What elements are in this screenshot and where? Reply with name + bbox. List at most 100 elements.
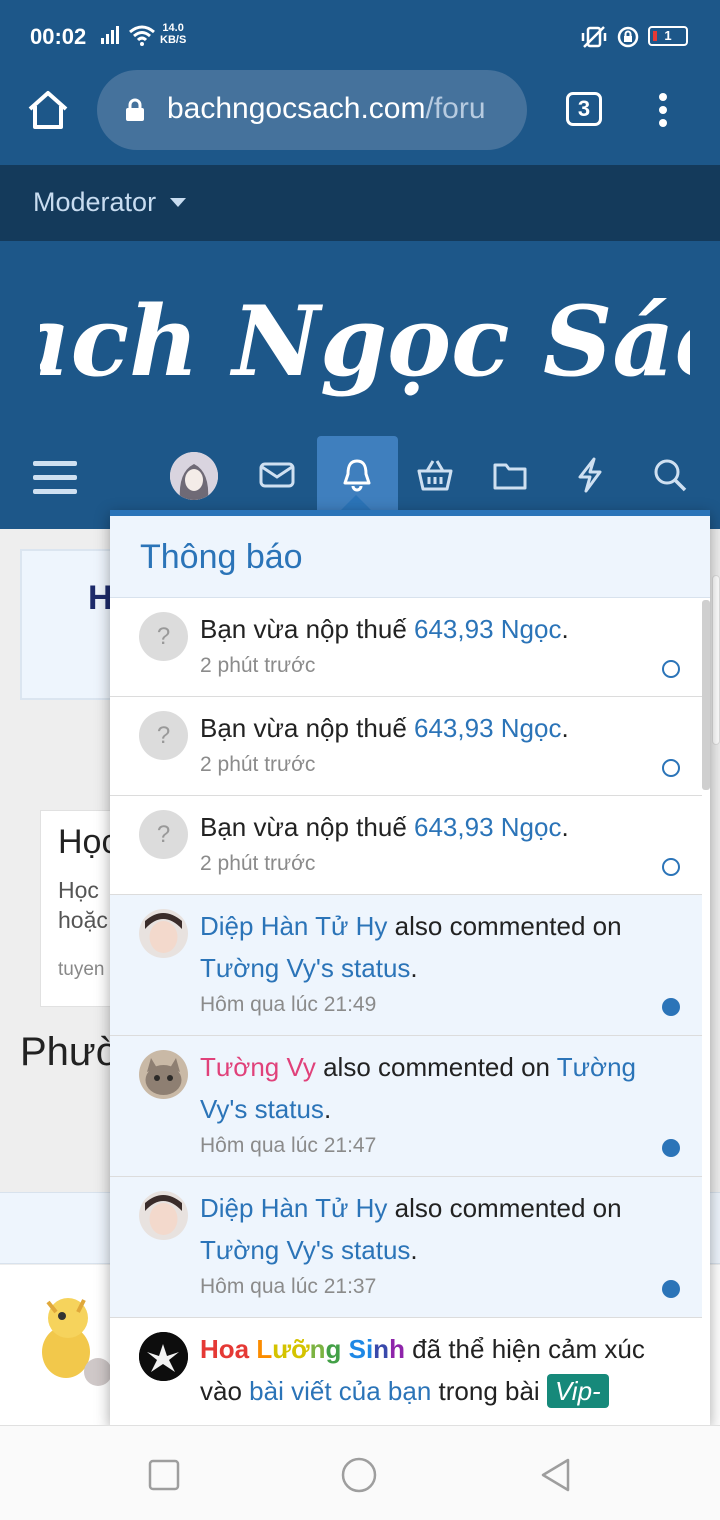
notification-text: Diệp Hàn Tử Hy also commented on Tường V… [200,1187,670,1271]
user-avatar[interactable] [139,1332,188,1381]
popup-pointer [340,495,372,511]
system-navigation-bar [0,1425,720,1520]
user-avatar[interactable] [139,1050,188,1099]
rotation-lock-icon [617,26,639,48]
caret-down-icon[interactable] [170,198,186,207]
inbox-icon[interactable] [259,457,295,493]
moderator-bar: Moderator [0,165,720,241]
notification-suffix: . [561,614,569,644]
notification-actor[interactable]: Hoa Lưỡng Sinh [200,1334,405,1364]
notification-text: Bạn vừa nộp thuế 643,93 Ngọc. [200,806,670,848]
unknown-user-icon: ? [139,711,188,760]
status-bar: 00:02 14.0 KB/S 1 [0,0,720,68]
notification-message: also commented on [387,911,622,941]
unknown-user-icon: ? [139,810,188,859]
bolt-icon[interactable] [572,457,608,493]
back-icon[interactable] [537,1456,575,1494]
bell-icon [343,459,371,492]
folder-icon[interactable] [492,457,528,493]
notification-link[interactable]: bài viết của bạn [249,1376,431,1406]
logo-text: Bạch Ngọc Sách [40,285,690,398]
home-icon[interactable] [26,88,70,132]
padlock-icon [126,98,144,121]
mark-unread-toggle[interactable] [662,858,680,876]
notification-item[interactable]: Diệp Hàn Tử Hy also commented on Tường V… [110,895,702,1036]
notification-text: Diệp Hàn Tử Hy also commented on Tường V… [200,905,670,989]
mark-unread-toggle[interactable] [662,759,680,777]
notification-actor[interactable]: Diệp Hàn Tử Hy [200,1193,387,1223]
user-avatar[interactable] [139,1191,188,1240]
mark-unread-toggle[interactable] [662,660,680,678]
notification-suffix: . [561,713,569,743]
basket-icon[interactable] [417,457,453,493]
notification-message: Bạn vừa nộp thuế [200,713,415,743]
panel-heading: H [88,579,113,617]
avatar-image [139,1191,188,1240]
notification-link[interactable]: 643,93 Ngọc [414,614,561,644]
recents-icon[interactable] [145,1456,183,1494]
notification-link[interactable]: Tường Vy's status [200,953,410,983]
avatar-image [170,452,218,500]
user-avatar[interactable] [139,909,188,958]
notification-time: 2 phút trước [200,852,316,875]
url-host: bachngocsach.com [167,92,426,125]
avatar-image [139,1050,188,1099]
notification-time: 2 phút trước [200,654,316,677]
notification-text: Bạn vừa nộp thuế 643,93 Ngọc. [200,707,670,749]
notification-suffix: trong bài [431,1376,547,1406]
tab-switcher-button[interactable]: 3 [566,92,602,126]
notification-item[interactable]: Diệp Hàn Tử Hy also commented on Tường V… [110,1177,702,1318]
menu-icon[interactable] [33,459,77,497]
popup-scrollbar[interactable] [702,600,710,790]
notification-time: Hôm qua lúc 21:47 [200,1134,377,1157]
notification-item[interactable]: Tường Vy also commented on Tường Vy's st… [110,1036,702,1177]
user-avatar[interactable] [170,452,218,500]
more-menu-icon[interactable] [652,92,674,128]
battery-level: 1 [664,28,672,43]
mark-read-toggle[interactable] [662,1280,680,1298]
page-scrollbar[interactable] [712,575,720,745]
browser-toolbar: bachngocsach.com/foru 3 [0,68,720,165]
notifications-popup: Thông báo ? Bạn vừa nộp thuế 643,93 Ngọc… [110,510,710,1425]
notification-time: 2 phút trước [200,753,316,776]
mark-read-toggle[interactable] [662,1139,680,1157]
url-text: bachngocsach.com/foru [167,92,512,126]
moderator-menu[interactable]: Moderator [33,187,156,218]
notification-link[interactable]: 643,93 Ngọc [414,812,561,842]
notification-item[interactable]: ? Bạn vừa nộp thuế 643,93 Ngọc. 2 phút t… [110,697,702,796]
signal-icon [101,26,119,44]
notification-message: also commented on [315,1052,557,1082]
section-heading: Phườ [20,1030,122,1074]
notification-suffix: . [410,1235,418,1265]
unknown-user-icon: ? [139,612,188,661]
notification-item[interactable]: Hoa Lưỡng Sinh đã thể hiện cảm xúc vào b… [110,1318,702,1425]
site-logo[interactable]: Bạch Ngọc Sách [40,267,690,417]
thread-prefix-badge[interactable]: Vip- [546,1374,609,1408]
mark-read-toggle[interactable] [662,998,680,1016]
notification-text: Bạn vừa nộp thuế 643,93 Ngọc. [200,608,670,650]
search-icon[interactable] [652,457,688,493]
status-time: 00:02 [30,24,87,49]
notification-actor[interactable]: Tường Vy [200,1052,316,1082]
notification-text: Tường Vy also commented on Tường Vy's st… [200,1046,670,1130]
address-bar[interactable]: bachngocsach.com/foru [97,70,527,150]
avatar-image [139,1332,188,1381]
notification-link[interactable]: 643,93 Ngọc [414,713,561,743]
popup-title: Thông báo [140,538,303,576]
notification-item[interactable]: ? Bạn vừa nộp thuế 643,93 Ngọc. 2 phút t… [110,598,702,697]
speed-unit: KB/S [160,34,187,46]
url-path: /foru [425,92,486,125]
popup-header: Thông báo [110,516,710,598]
home-circle-icon[interactable] [340,1456,378,1494]
vibrate-off-icon [581,26,607,48]
notification-item[interactable]: ? Bạn vừa nộp thuế 643,93 Ngọc. 2 phút t… [110,796,702,895]
notification-actor[interactable]: Diệp Hàn Tử Hy [200,911,387,941]
notification-time: Hôm qua lúc 21:49 [200,993,377,1016]
network-speed: 14.0 KB/S [160,22,186,46]
notification-suffix: . [561,812,569,842]
card-meta: tuyen [58,959,105,980]
notification-link[interactable]: Tường Vy's status [200,1235,410,1265]
card-snippet: Học hoặc [58,875,108,935]
site-header: Bạch Ngọc Sách [0,241,720,529]
notification-message: Bạn vừa nộp thuế [200,812,415,842]
